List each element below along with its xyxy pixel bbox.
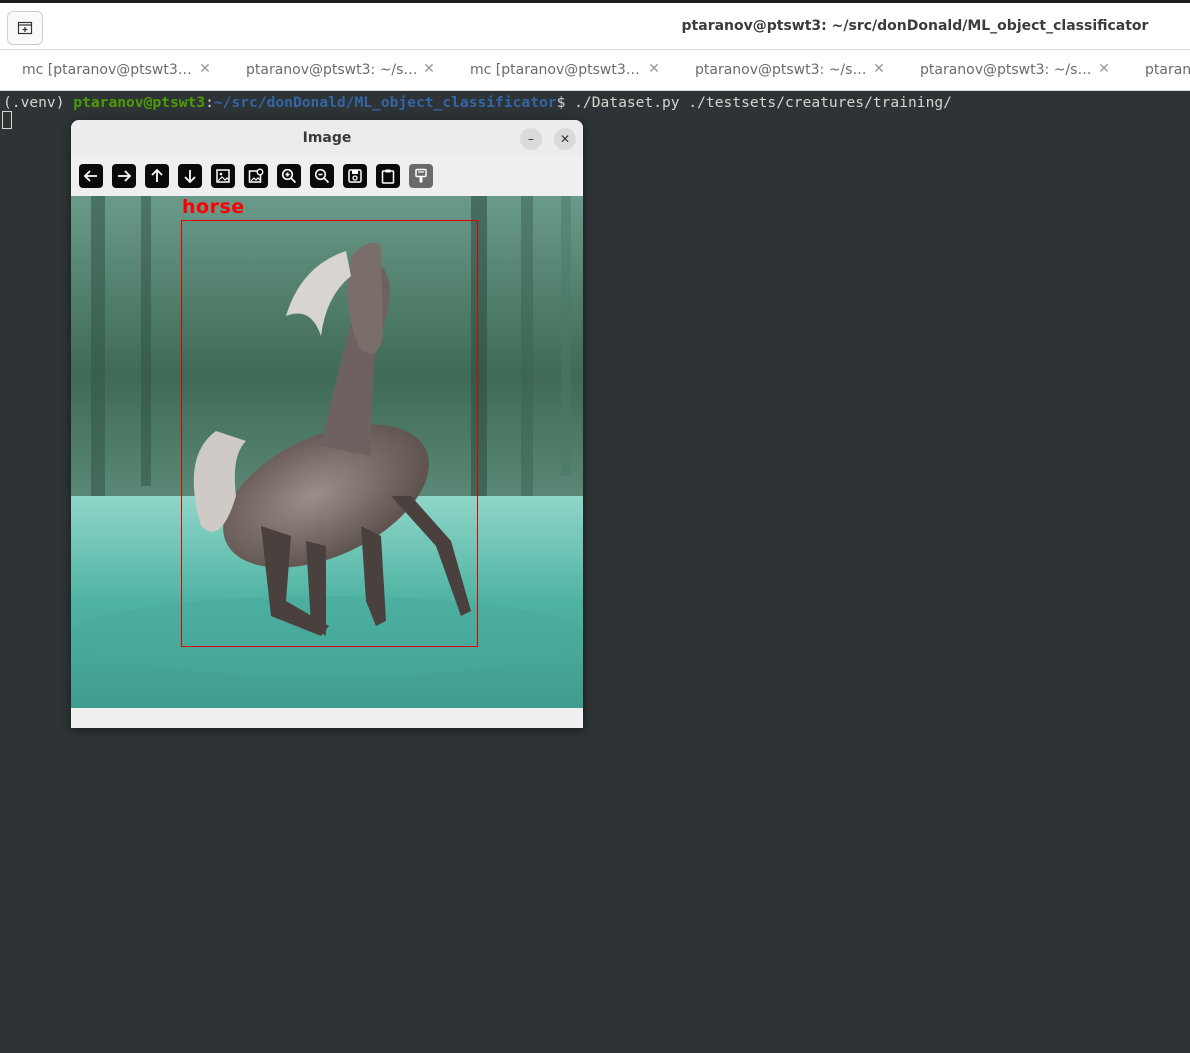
tab-label: ptaranov@ptswt3: ~/s… (246, 62, 418, 78)
down-button[interactable] (178, 164, 202, 188)
tab-2[interactable]: ptaranov@ptswt3: ~/s… (246, 50, 417, 90)
prompt-colon: : (205, 94, 214, 111)
brush-button[interactable] (409, 164, 433, 188)
tab-bar: mc [ptaranov@ptswt3… ✕ ptaranov@ptswt3: … (0, 50, 1190, 91)
image-toolbar (71, 157, 583, 196)
detection-box (181, 220, 478, 647)
prompt-line: (.venv) ptaranov@ptswt3:~/src/donDonald/… (3, 94, 952, 111)
forward-arrow-icon (118, 170, 132, 182)
new-tab-button[interactable] (7, 11, 43, 45)
forward-button[interactable] (112, 164, 136, 188)
tab-label: mc [ptaranov@ptswt3… (22, 62, 192, 78)
save-button[interactable] (343, 164, 367, 188)
zoom-in-icon (281, 168, 297, 184)
brush-icon (415, 168, 427, 183)
tab-close-icon[interactable]: ✕ (647, 62, 661, 76)
clipboard-button[interactable] (376, 164, 400, 188)
prompt-path: ~/src/donDonald/ML_object_classificator (213, 94, 557, 111)
terminal-cursor (2, 111, 12, 129)
image-window[interactable]: Image – ✕ horse (71, 120, 583, 728)
image-settings-icon (248, 168, 264, 183)
minimize-button[interactable]: – (520, 128, 542, 150)
tab-label: ptaranov@ptswt3: ~/s… (920, 62, 1092, 78)
close-button[interactable]: ✕ (554, 128, 576, 150)
zoom-out-button[interactable] (310, 164, 334, 188)
tab-5[interactable]: ptaranov@ptswt3: ~/s… (920, 50, 1091, 90)
down-arrow-icon (184, 170, 196, 184)
image-window-header[interactable]: Image – ✕ (71, 120, 583, 157)
prompt-user-host: ptaranov@ptswt3 (73, 94, 206, 111)
tab-label: ptaranov@ptswt3: ~/s… (695, 62, 867, 78)
back-button[interactable] (79, 164, 103, 188)
save-icon (348, 169, 362, 183)
tab-close-icon[interactable]: ✕ (872, 62, 886, 76)
tab-1[interactable]: mc [ptaranov@ptswt3… (22, 50, 192, 90)
tab-3[interactable]: mc [ptaranov@ptswt3… (470, 50, 640, 90)
back-arrow-icon (83, 170, 97, 182)
tab-close-icon[interactable]: ✕ (198, 62, 212, 76)
image-settings-button[interactable] (244, 164, 268, 188)
close-icon: ✕ (559, 132, 571, 146)
tab-close-icon[interactable]: ✕ (1097, 62, 1111, 76)
zoom-out-icon (314, 168, 330, 184)
tab-6[interactable]: ptaran (1145, 50, 1190, 90)
fit-image-button[interactable] (211, 164, 235, 188)
tab-label: ptaran (1145, 62, 1190, 78)
prompt-command: $ ./Dataset.py ./testsets/creatures/trai… (556, 94, 952, 111)
up-button[interactable] (145, 164, 169, 188)
tab-close-icon[interactable]: ✕ (422, 62, 436, 76)
prompt-venv: (.venv) (3, 94, 74, 111)
tab-4[interactable]: ptaranov@ptswt3: ~/s… (695, 50, 866, 90)
zoom-in-button[interactable] (277, 164, 301, 188)
minimize-icon: – (528, 132, 534, 146)
tab-label: mc [ptaranov@ptswt3… (470, 62, 640, 78)
image-statusbar (71, 708, 583, 728)
image-window-title: Image (302, 130, 352, 146)
new-tab-icon (17, 21, 33, 35)
terminal-titlebar: ptaranov@ptswt3: ~/src/donDonald/ML_obje… (0, 0, 1190, 50)
detection-label: horse (182, 196, 245, 218)
fit-image-icon (216, 169, 230, 183)
image-canvas[interactable]: horse (71, 196, 583, 708)
window-title: ptaranov@ptswt3: ~/src/donDonald/ML_obje… (681, 18, 1149, 34)
clipboard-icon (381, 169, 395, 184)
up-arrow-icon (151, 168, 163, 182)
